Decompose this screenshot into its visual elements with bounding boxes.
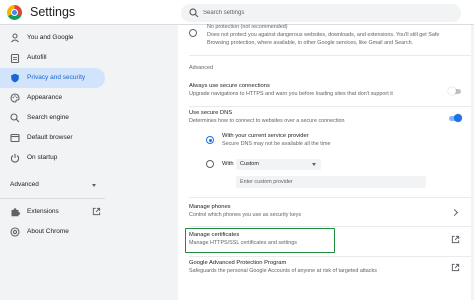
sidebar-item-label: Privacy and security	[27, 74, 86, 81]
dns-provider-select[interactable]: Custom	[236, 159, 321, 170]
no-protection-radio[interactable]	[189, 29, 197, 37]
page-title: Settings	[30, 5, 76, 19]
sidebar-item-label: Autofill	[27, 54, 47, 61]
no-protection-description: Browsing protection, where available, in…	[207, 40, 414, 46]
chevron-down-icon	[312, 163, 316, 166]
secure-dns-description: Determines how to connect to websites ov…	[189, 118, 345, 124]
clipboard-icon	[10, 53, 20, 63]
secure-dns-title: Use secure DNS	[189, 110, 233, 116]
power-icon	[10, 153, 20, 163]
sidebar-item-search-engine[interactable]: Search engine	[0, 108, 105, 128]
no-protection-title: No protection (not recommended)	[207, 24, 288, 30]
custom-provider-radio[interactable]	[206, 160, 214, 168]
secure-connections-toggle[interactable]	[448, 87, 462, 95]
secure-connections-title: Always use secure connections	[189, 83, 270, 89]
sidebar-item-autofill[interactable]: Autofill	[0, 48, 105, 68]
sidebar-item-label: You and Google	[27, 34, 74, 41]
chrome-icon	[10, 227, 20, 237]
open-in-new-icon[interactable]	[451, 235, 460, 244]
advanced-protection-title: Google Advanced Protection Program	[189, 260, 287, 266]
open-in-new-icon	[92, 207, 101, 216]
divider	[189, 197, 471, 198]
chevron-down-icon	[92, 184, 96, 187]
search-bar[interactable]	[181, 4, 461, 22]
person-icon	[11, 33, 19, 43]
divider	[189, 106, 471, 107]
custom-provider-label: With	[222, 161, 234, 167]
palette-icon	[10, 93, 20, 103]
current-provider-radio[interactable]	[206, 136, 214, 144]
sidebar-item-label: Appearance	[27, 94, 63, 101]
sidebar-item-extensions[interactable]: Extensions	[0, 202, 105, 222]
advanced-section-heading: Advanced	[189, 65, 213, 71]
sidebar-divider	[0, 198, 105, 199]
dns-provider-select-value: Custom	[240, 161, 259, 167]
sidebar-item-label: Search engine	[27, 114, 69, 121]
top-bar: Settings	[0, 0, 474, 25]
sidebar-item-on-startup[interactable]: On startup	[0, 148, 105, 168]
sidebar-item-label: On startup	[27, 154, 58, 161]
sidebar-item-about-chrome[interactable]: About Chrome	[0, 222, 105, 242]
sidebar-item-privacy-and-security[interactable]: Privacy and security	[0, 68, 105, 88]
advanced-protection-description: Safeguards the personal Google Accounts …	[189, 268, 377, 274]
divider	[189, 55, 471, 56]
sidebar-item-you-and-google[interactable]: You and Google	[0, 28, 105, 48]
search-icon	[10, 113, 20, 123]
sidebar-item-label: Extensions	[27, 208, 59, 215]
divider	[189, 226, 471, 227]
sidebar-advanced-label: Advanced	[10, 181, 39, 188]
manage-phones-title: Manage phones	[189, 204, 231, 210]
browser-icon	[10, 133, 20, 143]
current-provider-description: Secure DNS may not be available all the …	[222, 141, 331, 147]
manage-phones-description: Control which phones you use as security…	[189, 212, 302, 218]
sidebar: You and Google Autofill Privacy and secu…	[0, 25, 178, 300]
no-protection-description: Does not protect you against dangerous w…	[207, 32, 440, 38]
manage-certificates-title: Manage certificates	[189, 232, 240, 238]
sidebar-item-default-browser[interactable]: Default browser	[0, 128, 105, 148]
search-icon	[189, 8, 199, 18]
secure-dns-toggle[interactable]	[448, 114, 462, 122]
secure-connections-description: Upgrade navigations to HTTPS and warn yo…	[189, 91, 393, 97]
privacy-settings-card: No protection (not recommended) Does not…	[178, 24, 471, 300]
shield-icon	[11, 73, 19, 83]
chrome-logo-icon	[7, 5, 22, 20]
sidebar-item-label: Default browser	[27, 134, 73, 141]
sidebar-item-label: About Chrome	[27, 228, 69, 235]
custom-provider-input[interactable]	[236, 176, 426, 188]
open-in-new-icon[interactable]	[451, 263, 460, 272]
search-input[interactable]	[203, 6, 453, 20]
current-provider-title: With your current service provider	[222, 133, 309, 139]
manage-certificates-description: Manage HTTPS/SSL certificates and settin…	[189, 240, 297, 246]
puzzle-icon	[11, 208, 20, 217]
sidebar-item-appearance[interactable]: Appearance	[0, 88, 105, 108]
sidebar-advanced-toggle[interactable]: Advanced	[0, 176, 105, 194]
